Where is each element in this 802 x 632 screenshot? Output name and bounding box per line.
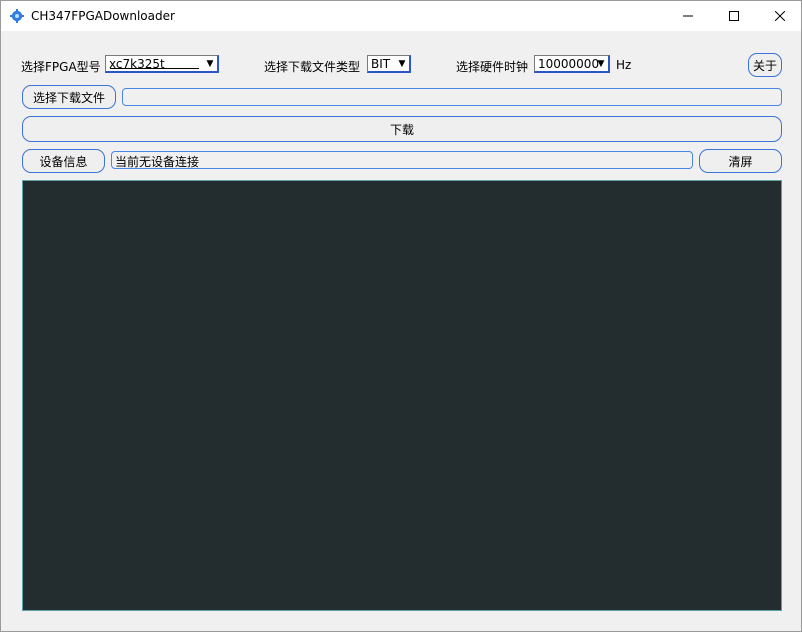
device-info-button[interactable]: 设备信息 xyxy=(22,149,105,173)
close-button[interactable] xyxy=(757,1,802,31)
file-type-label: 选择下载文件类型 xyxy=(264,60,361,74)
clock-label: 选择硬件时钟 xyxy=(456,60,529,74)
maximize-button[interactable] xyxy=(711,1,757,31)
chevron-down-icon[interactable]: ▼ xyxy=(594,56,608,72)
chevron-down-icon[interactable]: ▼ xyxy=(395,56,409,72)
fpga-model-label: 选择FPGA型号 xyxy=(21,60,101,74)
window-title: CH347FPGADownloader xyxy=(31,9,175,23)
about-button[interactable]: 关于 xyxy=(748,53,782,77)
select-file-button[interactable]: 选择下载文件 xyxy=(22,85,116,109)
minimize-icon xyxy=(683,15,693,17)
file-type-combo[interactable]: BIT ▼ xyxy=(367,55,411,73)
log-console[interactable] xyxy=(22,180,782,611)
clock-value: 10000000 xyxy=(538,57,600,71)
app-gear-icon xyxy=(10,9,24,23)
device-status-text: 当前无设备连接 xyxy=(115,155,200,169)
text-cursor xyxy=(110,68,199,69)
client-area: 选择FPGA型号 xc7k325t ▼ 选择下载文件类型 BIT ▼ 选择硬件时… xyxy=(1,31,801,631)
close-icon xyxy=(775,11,785,21)
chevron-down-icon[interactable]: ▼ xyxy=(203,56,217,72)
device-status-field: 当前无设备连接 xyxy=(111,151,693,169)
minimize-button[interactable] xyxy=(665,1,711,31)
app-window: CH347FPGADownloader 选择FPGA型号 xc7k325t ▼ … xyxy=(0,0,802,632)
download-button[interactable]: 下载 xyxy=(22,116,782,142)
clear-button[interactable]: 清屏 xyxy=(699,149,782,173)
clock-unit: Hz xyxy=(616,58,632,72)
fpga-model-combo[interactable]: xc7k325t ▼ xyxy=(105,55,219,73)
file-path-field[interactable] xyxy=(122,88,782,106)
file-type-value: BIT xyxy=(371,57,391,71)
title-bar[interactable]: CH347FPGADownloader xyxy=(1,1,801,31)
maximize-icon xyxy=(729,11,739,21)
clock-combo[interactable]: 10000000 ▼ xyxy=(534,55,610,73)
